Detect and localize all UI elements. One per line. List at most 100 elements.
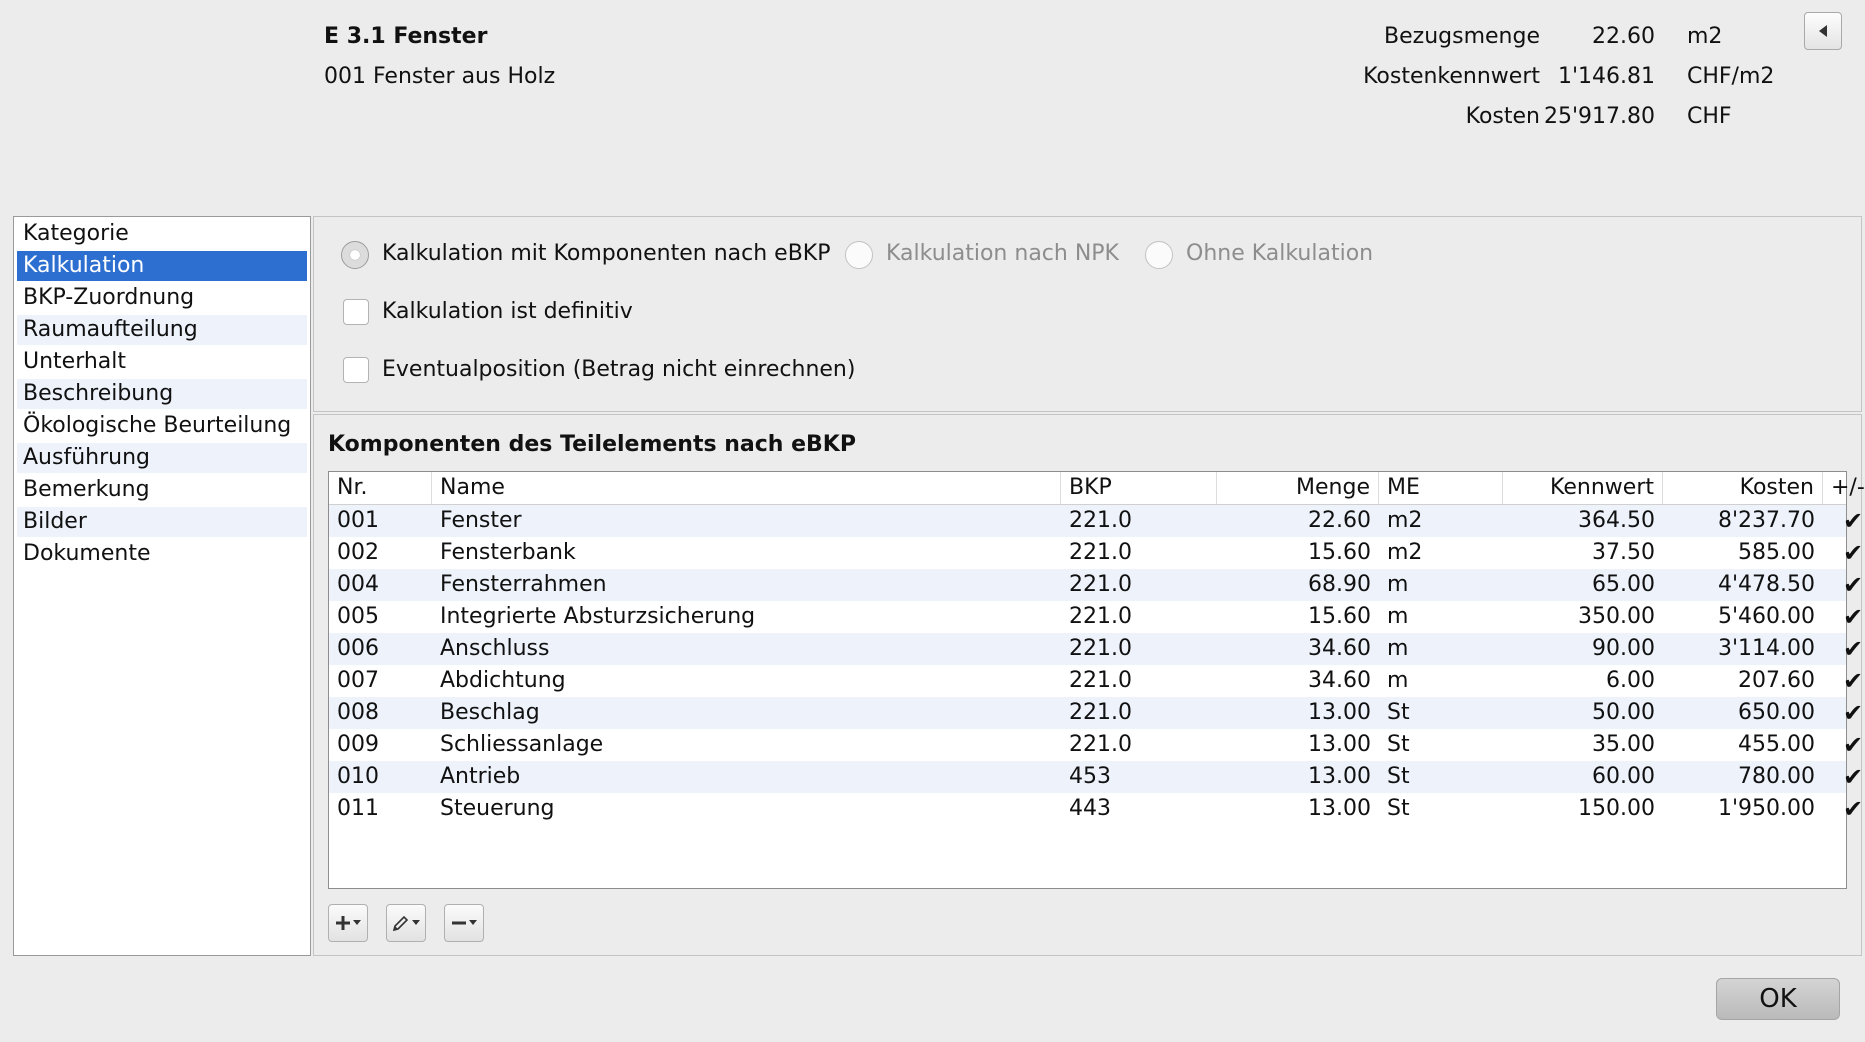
cell-menge: 13.00 bbox=[1308, 732, 1371, 757]
cell-kennwert: 364.50 bbox=[1578, 508, 1655, 533]
cell-nr: 001 bbox=[337, 508, 379, 533]
cell-name: Anschluss bbox=[440, 636, 550, 661]
cell-included-check[interactable]: ✔ bbox=[1835, 665, 1865, 697]
cell-nr: 008 bbox=[337, 700, 379, 725]
sidebar-item-oekologische-beurteilung[interactable]: Ökologische Beurteilung bbox=[17, 411, 307, 441]
sidebar-item-bemerkung[interactable]: Bemerkung bbox=[17, 475, 307, 505]
sidebar-item-dokumente[interactable]: Dokumente bbox=[17, 539, 307, 569]
collapse-button[interactable] bbox=[1804, 12, 1842, 50]
cell-menge: 34.60 bbox=[1308, 668, 1371, 693]
cell-name: Schliessanlage bbox=[440, 732, 604, 757]
table-row[interactable]: 011 Steuerung 443 13.00 St 150.00 1'950.… bbox=[329, 793, 1863, 825]
col-header-name[interactable]: Name bbox=[432, 472, 1061, 504]
cell-bkp: 221.0 bbox=[1069, 508, 1132, 533]
table-row[interactable]: 008 Beschlag 221.0 13.00 St 50.00 650.00… bbox=[329, 697, 1863, 729]
sidebar-item-kategorie[interactable]: Kategorie bbox=[17, 219, 307, 249]
col-header-plus-minus[interactable]: +/- bbox=[1823, 472, 1865, 504]
cell-kosten: 4'478.50 bbox=[1717, 572, 1815, 597]
col-header-me[interactable]: ME bbox=[1379, 472, 1503, 504]
header-row-kostenkennwert: Kostenkennwert 1'146.81 CHF/m2 bbox=[1150, 64, 1800, 94]
table-row[interactable]: 005 Integrierte Absturzsicherung 221.0 1… bbox=[329, 601, 1863, 633]
cell-included-check[interactable]: ✔ bbox=[1835, 601, 1865, 633]
cell-kosten: 8'237.70 bbox=[1717, 508, 1815, 533]
element-title: E 3.1 Fenster bbox=[324, 24, 488, 49]
chevron-down-icon bbox=[469, 920, 477, 925]
cell-nr: 004 bbox=[337, 572, 379, 597]
cell-me: m2 bbox=[1387, 508, 1423, 533]
header-value: 25'917.80 bbox=[1543, 104, 1655, 129]
cell-menge: 34.60 bbox=[1308, 636, 1371, 661]
col-header-nr[interactable]: Nr. bbox=[329, 472, 432, 504]
cell-included-check[interactable]: ✔ bbox=[1835, 537, 1865, 569]
cell-kennwert: 350.00 bbox=[1578, 604, 1655, 629]
table-row[interactable]: 010 Antrieb 453 13.00 St 60.00 780.00 ✔ bbox=[329, 761, 1863, 793]
cell-nr: 005 bbox=[337, 604, 379, 629]
header-value: 1'146.81 bbox=[1557, 64, 1655, 89]
cell-bkp: 221.0 bbox=[1069, 604, 1132, 629]
pencil-icon bbox=[392, 915, 409, 932]
cell-me: m2 bbox=[1387, 540, 1423, 565]
components-table: Nr. Name BKP Menge ME Kennwert Kosten +/… bbox=[328, 471, 1865, 889]
cell-nr: 011 bbox=[337, 796, 379, 821]
cell-name: Antrieb bbox=[440, 764, 521, 789]
add-component-button[interactable] bbox=[328, 904, 368, 942]
sidebar-item-beschreibung[interactable]: Beschreibung bbox=[17, 379, 307, 409]
cell-menge: 13.00 bbox=[1308, 764, 1371, 789]
cell-included-check[interactable]: ✔ bbox=[1835, 761, 1865, 793]
plus-icon bbox=[336, 916, 350, 930]
cell-nr: 007 bbox=[337, 668, 379, 693]
sidebar-item-bkp-zuordnung[interactable]: BKP-Zuordnung bbox=[17, 283, 307, 313]
sidebar-item-raumaufteilung[interactable]: Raumaufteilung bbox=[17, 315, 307, 345]
cell-nr: 002 bbox=[337, 540, 379, 565]
cell-kennwert: 65.00 bbox=[1592, 572, 1655, 597]
cell-menge: 13.00 bbox=[1308, 700, 1371, 725]
remove-component-button[interactable] bbox=[444, 904, 484, 942]
header-row-kosten: Kosten 25'917.80 CHF bbox=[1150, 104, 1800, 134]
sidebar-item-bilder[interactable]: Bilder bbox=[17, 507, 307, 537]
ok-button[interactable]: OK bbox=[1716, 978, 1840, 1020]
table-row[interactable]: 001 Fenster 221.0 22.60 m2 364.50 8'237.… bbox=[329, 505, 1863, 537]
cell-name: Beschlag bbox=[440, 700, 540, 725]
triangle-left-icon bbox=[1819, 25, 1827, 37]
cell-name: Fensterbank bbox=[440, 540, 576, 565]
cell-me: St bbox=[1387, 700, 1410, 725]
cell-included-check[interactable]: ✔ bbox=[1835, 729, 1865, 761]
cell-included-check[interactable]: ✔ bbox=[1835, 505, 1865, 537]
sidebar-item-ausfuehrung[interactable]: Ausführung bbox=[17, 443, 307, 473]
cell-included-check[interactable]: ✔ bbox=[1835, 697, 1865, 729]
cell-kennwert: 50.00 bbox=[1592, 700, 1655, 725]
cell-kosten: 5'460.00 bbox=[1717, 604, 1815, 629]
table-row[interactable]: 009 Schliessanlage 221.0 13.00 St 35.00 … bbox=[329, 729, 1863, 761]
table-row[interactable]: 007 Abdichtung 221.0 34.60 m 6.00 207.60… bbox=[329, 665, 1863, 697]
cell-included-check[interactable]: ✔ bbox=[1835, 569, 1865, 601]
cell-kennwert: 60.00 bbox=[1592, 764, 1655, 789]
table-row[interactable]: 006 Anschluss 221.0 34.60 m 90.00 3'114.… bbox=[329, 633, 1863, 665]
col-header-kosten[interactable]: Kosten bbox=[1663, 472, 1823, 504]
header-unit: CHF/m2 bbox=[1687, 64, 1775, 89]
col-header-kennwert[interactable]: Kennwert bbox=[1503, 472, 1663, 504]
cell-included-check[interactable]: ✔ bbox=[1835, 793, 1865, 825]
cell-included-check[interactable]: ✔ bbox=[1835, 633, 1865, 665]
element-subtitle: 001 Fenster aus Holz bbox=[324, 64, 556, 89]
category-sidebar: Kategorie Kalkulation BKP-Zuordnung Raum… bbox=[13, 216, 311, 956]
cell-menge: 15.60 bbox=[1308, 540, 1371, 565]
cell-name: Integrierte Absturzsicherung bbox=[440, 604, 756, 629]
radio-kalkulation-npk[interactable] bbox=[845, 241, 873, 269]
col-header-menge[interactable]: Menge bbox=[1217, 472, 1379, 504]
sidebar-item-kalkulation[interactable]: Kalkulation bbox=[17, 251, 307, 281]
cell-name: Abdichtung bbox=[440, 668, 566, 693]
cell-bkp: 453 bbox=[1069, 764, 1111, 789]
cell-nr: 009 bbox=[337, 732, 379, 757]
radio-ohne-kalkulation[interactable] bbox=[1145, 241, 1173, 269]
checkbox-eventualposition[interactable] bbox=[343, 357, 369, 383]
sidebar-item-unterhalt[interactable]: Unterhalt bbox=[17, 347, 307, 377]
cell-kennwert: 37.50 bbox=[1592, 540, 1655, 565]
radio-kalkulation-ebkp[interactable] bbox=[341, 241, 369, 269]
cell-kennwert: 150.00 bbox=[1578, 796, 1655, 821]
checkbox-kalkulation-definitiv[interactable] bbox=[343, 299, 369, 325]
table-row[interactable]: 002 Fensterbank 221.0 15.60 m2 37.50 585… bbox=[329, 537, 1863, 569]
table-row[interactable]: 004 Fensterrahmen 221.0 68.90 m 65.00 4'… bbox=[329, 569, 1863, 601]
col-header-bkp[interactable]: BKP bbox=[1061, 472, 1217, 504]
cell-kosten: 1'950.00 bbox=[1717, 796, 1815, 821]
edit-component-button[interactable] bbox=[386, 904, 426, 942]
